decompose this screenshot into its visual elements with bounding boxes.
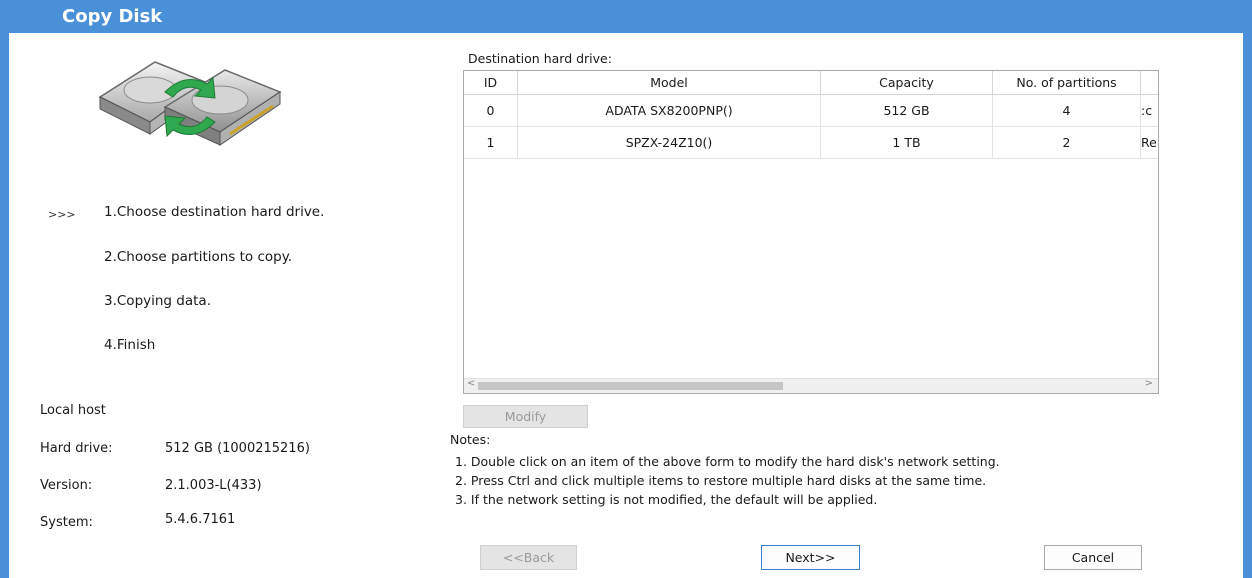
note-item: 3. If the network setting is not modifie… (455, 492, 878, 507)
cell-model: ADATA SX8200PNP() (518, 95, 821, 126)
modify-button-label: Modify (504, 409, 547, 424)
cell-capacity: 1 TB (821, 127, 993, 158)
cell-id: 0 (464, 95, 518, 126)
table-row[interactable]: 0 ADATA SX8200PNP() 512 GB 4 :c (464, 95, 1158, 127)
column-header-model[interactable]: Model (518, 71, 821, 94)
version-label: Version: (40, 478, 93, 493)
cell-id: 1 (464, 127, 518, 158)
column-header-partitions[interactable]: No. of partitions (993, 71, 1141, 94)
note-item: 2. Press Ctrl and click multiple items t… (455, 473, 987, 488)
back-button[interactable]: <<Back (480, 545, 577, 570)
cell-overflow: :c (1141, 103, 1153, 118)
scrollbar-thumb[interactable] (478, 382, 783, 390)
note-item: 1. Double click on an item of the above … (455, 454, 1000, 469)
hard-drive-value: 512 GB (1000215216) (165, 441, 310, 456)
cell-overflow: Re (1141, 135, 1157, 150)
next-button[interactable]: Next>> (761, 545, 860, 570)
title-bar[interactable]: Copy Disk (0, 0, 1252, 33)
cell-model: SPZX-24Z10() (518, 127, 821, 158)
version-value: 2.1.003-L(433) (165, 478, 262, 493)
cancel-button[interactable]: Cancel (1044, 545, 1142, 570)
copy-disk-window: Copy Disk >>> 1.Choose destination hard … (0, 0, 1252, 578)
step-1: 1.Choose destination hard drive. (104, 204, 325, 220)
system-value: 5.4.6.7161 (165, 512, 236, 527)
cell-capacity: 512 GB (821, 95, 993, 126)
window-border-right (1243, 0, 1252, 578)
column-header-id[interactable]: ID (464, 71, 518, 94)
local-host-heading: Local host (40, 403, 106, 418)
step-2: 2.Choose partitions to copy. (104, 249, 293, 265)
window-title: Copy Disk (62, 6, 163, 27)
active-step-marker: >>> (48, 208, 76, 221)
notes-title: Notes: (450, 432, 491, 447)
cell-partitions: 2 (993, 127, 1141, 158)
column-header-capacity[interactable]: Capacity (821, 71, 993, 94)
hard-drive-label: Hard drive: (40, 441, 113, 456)
destination-label: Destination hard drive: (468, 51, 612, 66)
copy-disk-icon (98, 61, 282, 146)
step-4: 4.Finish (104, 337, 156, 353)
modify-button[interactable]: Modify (463, 405, 588, 428)
horizontal-scrollbar[interactable]: < > (464, 378, 1158, 393)
scroll-right-icon[interactable]: > (1145, 378, 1153, 389)
table-row[interactable]: 1 SPZX-24Z10() 1 TB 2 Re (464, 127, 1158, 159)
table-header: ID Model Capacity No. of partitions (464, 71, 1158, 95)
window-border-left (0, 0, 9, 578)
destination-drive-table[interactable]: ID Model Capacity No. of partitions 0 AD… (463, 70, 1159, 394)
system-label: System: (40, 515, 93, 530)
scroll-left-icon[interactable]: < (467, 378, 475, 389)
cell-partitions: 4 (993, 95, 1141, 126)
step-3: 3.Copying data. (104, 293, 211, 309)
